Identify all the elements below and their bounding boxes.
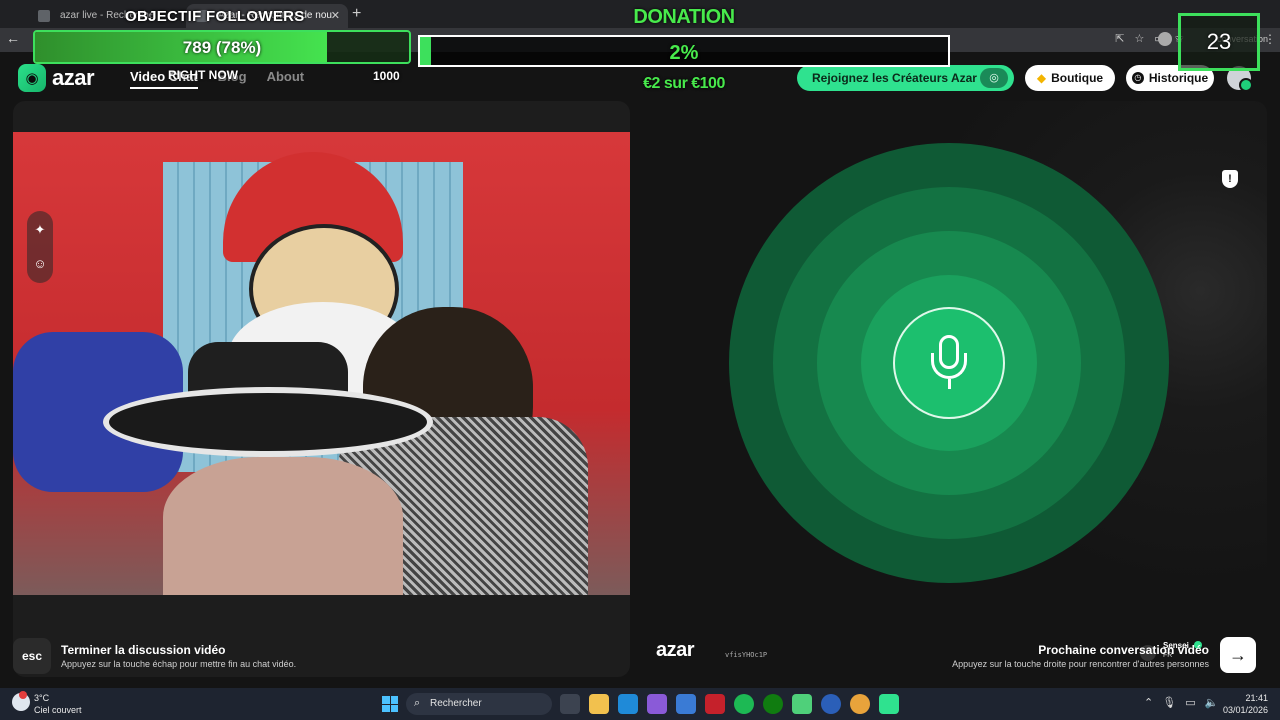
weather-icon[interactable]: [12, 691, 30, 711]
file-explorer-icon[interactable]: [589, 694, 609, 714]
azar-app-icon[interactable]: [879, 694, 899, 714]
report-shield-icon[interactable]: !: [1222, 170, 1238, 188]
browser-menu-icon[interactable]: ⋮: [1264, 32, 1276, 46]
donation-amount: €2 sur €100: [643, 75, 725, 92]
copilot-icon[interactable]: [647, 694, 667, 714]
esc-key-button[interactable]: esc: [13, 638, 51, 674]
donation-bar: 2%: [418, 35, 950, 67]
new-tab-button[interactable]: +: [352, 5, 361, 23]
store-icon[interactable]: [676, 694, 696, 714]
edge-icon[interactable]: [618, 694, 638, 714]
next-chat-hint: Appuyez sur la touche droite pour rencon…: [952, 659, 1209, 669]
ccleaner-icon[interactable]: [821, 694, 841, 714]
azar-logo[interactable]: ◉ azar: [18, 64, 95, 92]
followers-goal-title: OBJECTIF FOLLOWERS: [125, 8, 305, 25]
face-filter-icon[interactable]: ☺: [27, 251, 53, 277]
media-app-icon[interactable]: [705, 694, 725, 714]
historique-label: Historique: [1148, 71, 1209, 85]
creator-badge-icon: ◎: [980, 68, 1008, 88]
weather-condition: Ciel couvert: [34, 705, 82, 715]
tab-favicon-icon: [38, 10, 50, 22]
right-now-label: RIGHT NOW: [168, 68, 238, 82]
boutique-button[interactable]: ◆ Boutique: [1025, 65, 1115, 91]
azar-app: ◉ azar Video Chat Blog About Rejoignez l…: [0, 52, 1280, 688]
followers-goal-value: 789 (78%): [182, 38, 262, 57]
address-actions: ⇱ ☆ ▭ ✩: [1115, 32, 1184, 45]
stream-counter: 23: [1178, 13, 1260, 71]
weather-temperature: 3°C: [34, 693, 50, 703]
nav-about[interactable]: About: [267, 69, 305, 89]
chevron-up-icon[interactable]: ⌃: [1144, 696, 1153, 709]
camera-tools: ✦ ☺: [27, 211, 53, 283]
donation-percent: 2%: [669, 42, 699, 64]
mouse-cursor-icon: ☝: [1238, 656, 1246, 670]
join-creators-button[interactable]: Rejoignez les Créateurs Azar ◎: [797, 65, 1014, 91]
microphone-icon: [893, 307, 1005, 419]
hat-brim: [103, 387, 433, 457]
taskbar-search[interactable]: ⌕ Rechercher: [406, 693, 552, 715]
azar-logo-text: azar: [52, 65, 95, 90]
search-icon: ⌕: [414, 697, 421, 709]
taskbar-apps: [560, 694, 899, 714]
self-video-feed: [13, 132, 630, 595]
chrome-icon[interactable]: [850, 694, 870, 714]
donation-title: DONATION: [633, 6, 735, 28]
azar-watermark: azar: [656, 639, 695, 661]
screen: azar live - Recherche Azar - Rencontrez …: [0, 0, 1280, 720]
effects-sparkle-icon[interactable]: ✦: [27, 217, 53, 243]
clock-time: 21:41: [1245, 693, 1268, 703]
diamond-icon: ◆: [1036, 71, 1047, 85]
boutique-label: Boutique: [1051, 71, 1104, 85]
system-clock[interactable]: 21:41 03/01/2026: [1223, 692, 1268, 716]
end-chat-title: Terminer la discussion vidéo: [61, 643, 226, 657]
close-tab-icon[interactable]: ✕: [331, 9, 340, 22]
xbox-icon[interactable]: [763, 694, 783, 714]
windows-taskbar: 3°C Ciel couvert ⌕ Rechercher ⌃ 🎙 ▭ 🔈 21…: [0, 688, 1280, 720]
back-button[interactable]: ←: [6, 30, 20, 46]
followers-goal-bar: 789 (78%): [33, 30, 411, 64]
clock-icon: ◷: [1131, 72, 1144, 84]
windows-start-icon[interactable]: [382, 696, 398, 712]
task-view-icon[interactable]: [560, 694, 580, 714]
network-icon[interactable]: ▭: [1185, 696, 1195, 709]
self-video-panel: ⤢ ✦ ☺: [13, 101, 630, 677]
watermark-id: vfisYHOc1P: [725, 651, 768, 659]
mic-holder: [931, 353, 967, 379]
azar-logo-icon: ◉: [18, 64, 46, 92]
bookmark-star-icon[interactable]: ☆: [1135, 32, 1145, 45]
mic-stem: [948, 379, 951, 389]
mic-tray-icon[interactable]: 🎙: [1162, 696, 1176, 709]
person-face: [163, 457, 403, 595]
browser-profile-avatar[interactable]: [1158, 32, 1172, 46]
end-chat-hint: Appuyez sur la touche échap pour mettre …: [61, 659, 297, 669]
chat-app-icon[interactable]: [792, 694, 812, 714]
next-chat-title: Prochaine conversation vidéo: [1038, 643, 1209, 657]
volume-icon[interactable]: 🔈: [1205, 696, 1219, 709]
join-creators-label: Rejoignez les Créateurs Azar: [812, 71, 977, 85]
share-icon[interactable]: ⇱: [1115, 32, 1124, 45]
followers-target: 1000: [373, 69, 400, 83]
spotify-icon[interactable]: [734, 694, 754, 714]
partner-video-panel: ! azar vfisYHOc1P Sensei FR …: [640, 101, 1267, 677]
system-tray: ⌃ 🎙 ▭ 🔈: [1144, 696, 1218, 709]
taskbar-search-label: Rechercher: [430, 698, 482, 709]
clock-date: 03/01/2026: [1222, 705, 1268, 715]
